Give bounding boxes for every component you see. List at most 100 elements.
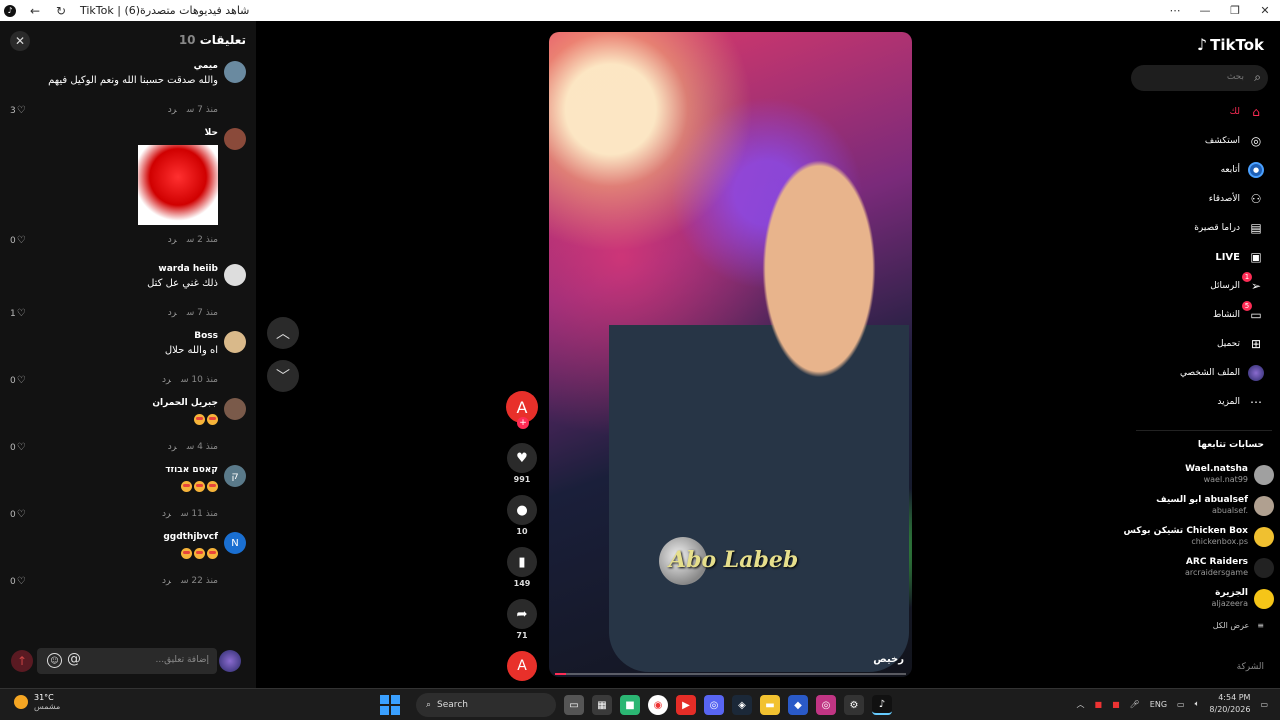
- comment-input[interactable]: ☺ @ إضافة تعليق...: [37, 648, 217, 674]
- menu-dots-icon[interactable]: ⋯: [1160, 4, 1190, 17]
- clock[interactable]: 4:54 PM 8/20/2026: [1209, 692, 1250, 716]
- language-indicator[interactable]: ENG: [1150, 700, 1167, 709]
- comment-username[interactable]: جبريل الحمران: [152, 398, 218, 408]
- reply-button[interactable]: رد: [168, 235, 177, 245]
- comment-like-button[interactable]: 0 ♡: [10, 576, 26, 587]
- comment-like-button[interactable]: 3 ♡: [10, 105, 26, 116]
- sidebar-nav-item[interactable]: LIVE ▣: [1128, 245, 1280, 269]
- search-input[interactable]: بحث ⌕: [1131, 65, 1268, 91]
- comment-like-button[interactable]: 0 ♡: [10, 442, 26, 453]
- comment-avatar[interactable]: [224, 398, 246, 420]
- minimize-button[interactable]: —: [1190, 4, 1220, 17]
- comment-like-button[interactable]: 0 ♡: [10, 509, 26, 520]
- comment-avatar[interactable]: ק: [224, 465, 246, 487]
- reply-button[interactable]: رد: [162, 375, 171, 385]
- comment-avatar[interactable]: [224, 128, 246, 150]
- comment-avatar[interactable]: [224, 331, 246, 353]
- reply-button[interactable]: رد: [168, 308, 177, 318]
- comment-like-button[interactable]: 0 ♡: [10, 375, 26, 386]
- like-button[interactable]: ♥: [507, 443, 537, 473]
- tray-app2-icon[interactable]: ■: [1112, 700, 1120, 709]
- reload-icon[interactable]: ↻: [54, 4, 68, 18]
- comment-username[interactable]: ggdthjbvcf: [163, 532, 218, 542]
- sidebar-nav-item[interactable]: الملف الشخصي ●: [1128, 361, 1280, 385]
- sound-author-avatar[interactable]: A: [507, 651, 537, 681]
- sidebar-nav-item[interactable]: دراما قصيرة ▤: [1128, 216, 1280, 240]
- weather-condition: مشمس: [34, 702, 61, 711]
- chrome-icon[interactable]: ◉: [648, 695, 668, 715]
- discord-icon[interactable]: ◎: [704, 695, 724, 715]
- send-comment-button[interactable]: ↑: [11, 650, 33, 672]
- previous-video-button[interactable]: ︿: [267, 317, 299, 349]
- comment-button[interactable]: ●: [507, 495, 537, 525]
- sidebar-nav-item[interactable]: لك ⌂: [1128, 100, 1280, 124]
- comment-avatar[interactable]: N: [224, 532, 246, 554]
- store-app-icon[interactable]: ■: [620, 695, 640, 715]
- notification-icon[interactable]: ▭: [1260, 700, 1268, 709]
- emoji-icon[interactable]: ☺: [47, 653, 62, 668]
- following-account[interactable]: الجزيرة aljazeera: [1128, 585, 1280, 613]
- sidebar-nav-item[interactable]: تحميل ⊞: [1128, 332, 1280, 356]
- my-avatar: [219, 650, 241, 672]
- tiktok-taskbar-icon[interactable]: ♪: [872, 695, 892, 715]
- back-arrow-icon[interactable]: ←: [28, 4, 42, 18]
- steam-icon[interactable]: ◈: [732, 695, 752, 715]
- widgets-icon[interactable]: ▦: [592, 695, 612, 715]
- task-view-icon[interactable]: ▭: [564, 695, 584, 715]
- sidebar-nav-item[interactable]: أتابعه ●: [1128, 158, 1280, 182]
- see-all-link[interactable]: ≡ عرض الكل: [1213, 621, 1264, 630]
- following-account[interactable]: تشيكن بوكس Chicken Box chickenbox.ps: [1124, 523, 1280, 551]
- comment-avatar[interactable]: [224, 264, 246, 286]
- follow-plus-icon[interactable]: +: [517, 417, 529, 429]
- network-icon[interactable]: ▭: [1177, 700, 1185, 709]
- comment-avatar[interactable]: [224, 61, 246, 83]
- following-account[interactable]: Wael.natsha wael.nat99: [1128, 461, 1280, 489]
- video-player[interactable]: Abo Labeb رخيص: [549, 32, 912, 677]
- comment-username[interactable]: קאסם אבוזד: [165, 465, 218, 475]
- taskbar-search[interactable]: ⌕ Search: [416, 693, 556, 717]
- windows-start-icon[interactable]: [380, 695, 400, 715]
- following-account[interactable]: ARC Raiders arcraidersgame: [1128, 554, 1280, 582]
- tray-expand-icon[interactable]: ︿: [1077, 699, 1085, 710]
- weather-widget[interactable]: 31°C مشمس: [14, 693, 60, 711]
- reply-button[interactable]: رد: [162, 509, 171, 519]
- reply-button[interactable]: رد: [168, 442, 177, 452]
- account-name: Wael.natsha: [1185, 464, 1248, 474]
- comment-like-button[interactable]: 1 ♡: [10, 308, 26, 319]
- search-icon[interactable]: ⌕: [1254, 70, 1261, 85]
- youtube-icon[interactable]: ▶: [676, 695, 696, 715]
- instagram-icon[interactable]: ◎: [816, 695, 836, 715]
- comment-image[interactable]: [138, 145, 218, 225]
- sidebar-nav-item[interactable]: الأصدقاء ⚇: [1128, 187, 1280, 211]
- tiktok-logo[interactable]: ♪ TikTok: [1197, 35, 1264, 54]
- sidebar-nav-item[interactable]: الرسائل ➢ 1: [1128, 272, 1280, 298]
- settings-icon[interactable]: ⚙: [844, 695, 864, 715]
- following-account[interactable]: ابو السيف abualsef abualsef.: [1128, 492, 1280, 520]
- close-comments-button[interactable]: ✕: [10, 31, 30, 51]
- volume-icon[interactable]: 🔈︎: [1195, 699, 1200, 709]
- company-link[interactable]: الشركة: [1237, 662, 1264, 672]
- comment-username[interactable]: warda heiib: [158, 264, 218, 274]
- reply-button[interactable]: رد: [168, 105, 177, 115]
- video-progress-bar[interactable]: [555, 673, 906, 675]
- sidebar-nav-item[interactable]: المزيد ⋯: [1128, 390, 1280, 414]
- microphone-icon[interactable]: 🎤︎: [1130, 700, 1140, 709]
- app-blue-icon[interactable]: ◆: [788, 695, 808, 715]
- file-explorer-icon[interactable]: ▬: [760, 695, 780, 715]
- save-button[interactable]: ▮: [507, 547, 537, 577]
- sidebar-nav-item[interactable]: استكشف ◎: [1128, 129, 1280, 153]
- tray-app-icon[interactable]: ■: [1095, 700, 1103, 709]
- next-video-button[interactable]: ﹀: [267, 360, 299, 392]
- mention-icon[interactable]: @: [67, 651, 81, 667]
- comment-like-button[interactable]: 0 ♡: [10, 235, 26, 246]
- comment-username[interactable]: ميمي: [194, 61, 218, 71]
- sound-author-initial: A: [517, 658, 527, 674]
- reply-button[interactable]: رد: [162, 576, 171, 586]
- comment-username[interactable]: Boss: [194, 331, 218, 341]
- close-window-button[interactable]: ✕: [1250, 4, 1280, 17]
- author-avatar[interactable]: A +: [506, 391, 538, 429]
- sidebar-nav-item[interactable]: النشاط ▭ 5: [1128, 301, 1280, 327]
- share-button[interactable]: ➦: [507, 599, 537, 629]
- restore-button[interactable]: ❐: [1220, 4, 1250, 17]
- comment-username[interactable]: حلا: [205, 128, 218, 138]
